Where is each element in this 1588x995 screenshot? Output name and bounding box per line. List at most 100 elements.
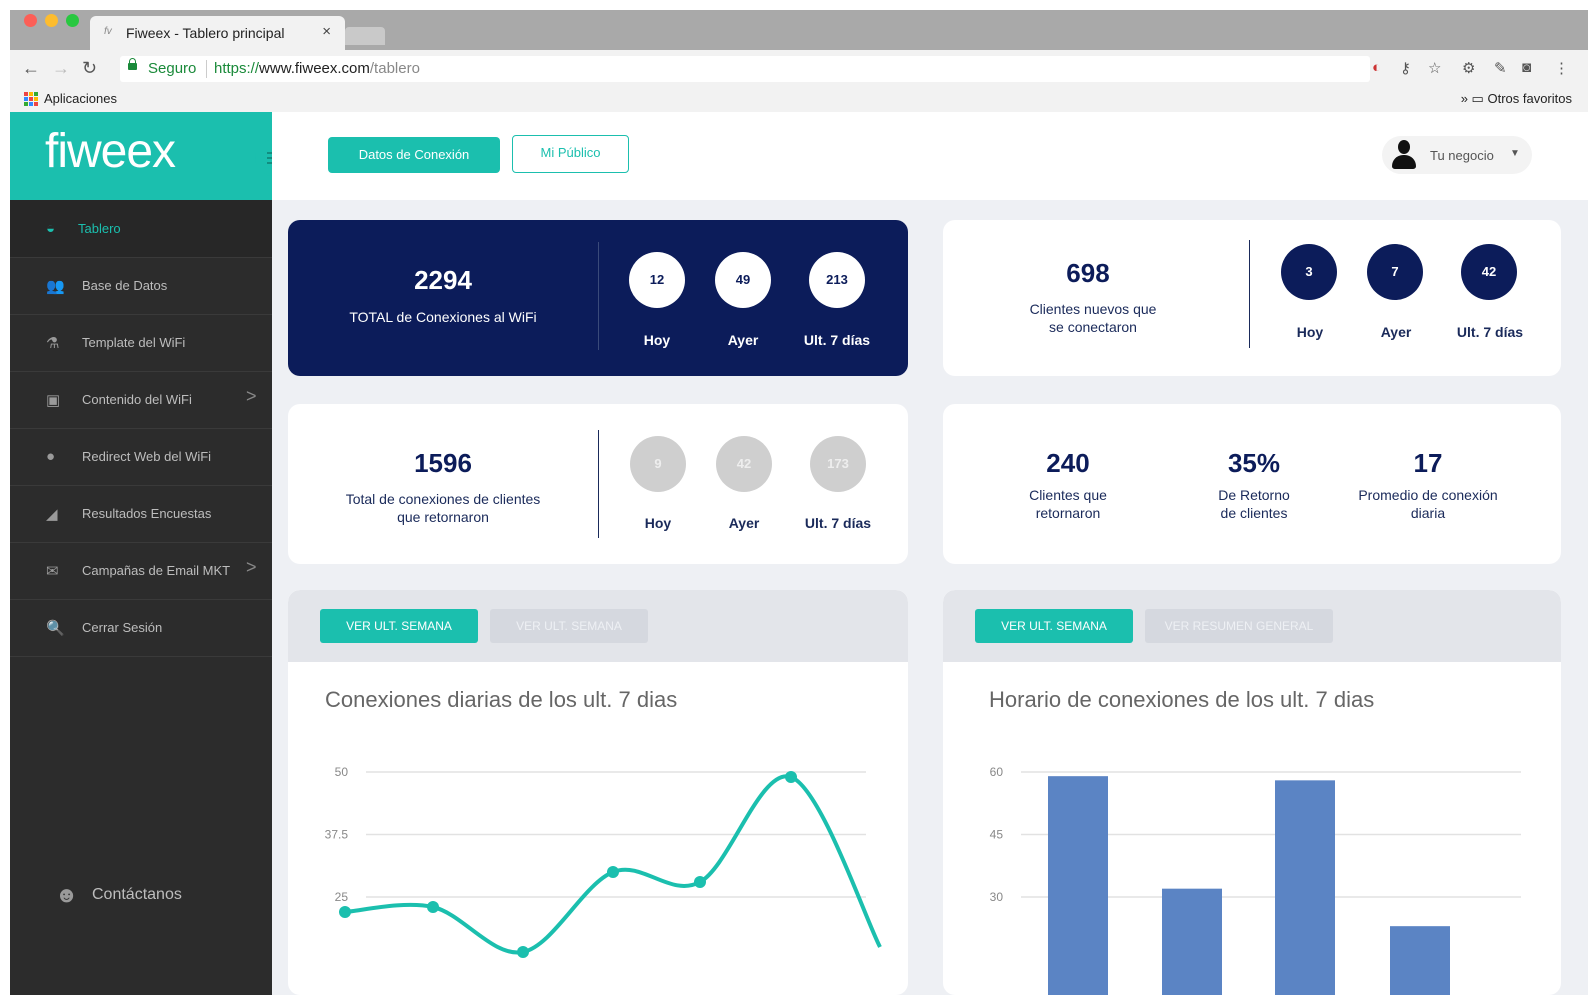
- bookmark-star-icon[interactable]: ☆: [1428, 59, 1441, 77]
- y-tick-label: 25: [335, 890, 349, 904]
- url-text: https://www.fiweex.com/tablero: [214, 60, 420, 77]
- forward-arrow-icon[interactable]: →: [52, 58, 70, 79]
- url-domain: www.fiweex.com: [259, 60, 370, 77]
- inbox-icon: ▣: [46, 392, 61, 409]
- view-summary-button[interactable]: VER RESUMEN GENERAL: [1145, 609, 1333, 643]
- favicon-icon: fv: [104, 26, 112, 37]
- bookmarks-more-icon[interactable]: »: [1461, 91, 1468, 106]
- chart-title: Horario de conexiones de los ult. 7 dias: [989, 687, 1375, 712]
- reload-icon[interactable]: ↻: [82, 58, 97, 79]
- avatar: [1390, 140, 1418, 170]
- ayer-label: Ayer: [728, 515, 760, 531]
- sidebar-item-contenido[interactable]: ▣ Contenido del WiFi >: [10, 371, 272, 429]
- card-new-clients: 698 Clientes nuevos que se conectaron 3 7…: [943, 220, 1561, 376]
- bookmarks-bar: Aplicaciones » ▭ Otros favoritos: [10, 88, 1588, 112]
- envelope-icon: ✉: [46, 563, 59, 580]
- ayer-count: 7: [1367, 244, 1423, 300]
- sidebar-item-label: Cerrar Sesión: [82, 620, 163, 635]
- ayer-label: Ayer: [727, 332, 759, 348]
- browser-toolbar: ← → ↻ Seguro https://www.fiweex.com/tabl…: [10, 50, 1588, 89]
- bookmark-other[interactable]: » ▭ Otros favoritos: [1461, 91, 1572, 107]
- data-point: [339, 906, 351, 918]
- sidebar-item-label: Contenido del WiFi: [82, 392, 192, 407]
- support-agent-icon: ☻: [55, 882, 79, 907]
- close-tab-icon[interactable]: ×: [322, 23, 331, 40]
- ayer-label: Ayer: [1380, 324, 1412, 340]
- hoy-label: Hoy: [644, 515, 672, 531]
- data-point: [427, 901, 439, 913]
- sidebar-item-label: Tablero: [78, 221, 121, 236]
- data-point: [694, 876, 706, 888]
- ult7-label: Ult. 7 días: [803, 332, 871, 348]
- blocked-icon[interactable]: ◐: [1372, 59, 1381, 76]
- sidebar-item-redirect[interactable]: ● Redirect Web del WiFi: [10, 428, 272, 486]
- ult7-label: Ult. 7 días: [804, 515, 872, 531]
- apps-grid-icon[interactable]: [24, 92, 38, 106]
- chart-title: Conexiones diarias de los ult. 7 dias: [325, 687, 678, 712]
- ult7-count: 213: [809, 252, 865, 308]
- contact-link[interactable]: ☻ Contáctanos: [10, 882, 272, 912]
- sidebar-item-encuestas[interactable]: ◢ Resultados Encuestas: [10, 485, 272, 543]
- card-summary: 240 Clientes que retornaron 35% De Retorn…: [943, 404, 1561, 564]
- avg-daily-label-line2: diaria: [1410, 505, 1446, 521]
- eyedropper-icon[interactable]: ✎: [1494, 59, 1507, 77]
- returning-connections-label: Total de conexiones de clientes que retor…: [318, 490, 568, 526]
- sidebar-item-base-de-datos[interactable]: 👥 Base de Datos: [10, 257, 272, 315]
- key-icon[interactable]: ⚷: [1400, 59, 1411, 77]
- back-arrow-icon[interactable]: ←: [22, 58, 40, 79]
- total-connections-value: 2294: [414, 265, 472, 295]
- data-point: [607, 866, 619, 878]
- user-menu[interactable]: Tu negocio ▼: [1382, 136, 1532, 174]
- y-tick-label: 37.5: [325, 828, 349, 842]
- secure-label: Seguro: [148, 60, 197, 77]
- browser-tab[interactable]: fv Fiweex - Tablero principal ×: [90, 16, 345, 50]
- bar: [1048, 776, 1108, 995]
- bookmark-apps[interactable]: Aplicaciones: [44, 91, 117, 106]
- sidebar-item-label: Redirect Web del WiFi: [82, 449, 212, 464]
- menu-dots-icon[interactable]: ⋮: [1554, 59, 1569, 77]
- sidebar-item-template[interactable]: ⚗ Template del WiFi: [10, 314, 272, 372]
- return-rate-label-line2: de clientes: [1220, 505, 1288, 521]
- key-icon: 🔍: [46, 620, 65, 637]
- sidebar-item-label: Campañas de Email MKT: [82, 563, 231, 578]
- returned-clients-label: Clientes que retornaron: [983, 486, 1153, 522]
- view-last-week-button[interactable]: VER ULT. SEMANA: [975, 609, 1133, 643]
- ult7-label: Ult. 7 días: [1456, 324, 1524, 340]
- ayer-count: 49: [715, 252, 771, 308]
- user-name: Tu negocio: [1430, 148, 1494, 163]
- new-clients-label-line1: Clientes nuevos que: [1029, 301, 1157, 317]
- hoy-label: Hoy: [1296, 324, 1324, 340]
- chevron-right-icon: >: [246, 557, 257, 577]
- hoy-count: 12: [629, 252, 685, 308]
- view-last-week-button[interactable]: VER ULT. SEMANA: [320, 609, 478, 643]
- sidebar-item-email[interactable]: ✉ Campañas de Email MKT >: [10, 542, 272, 600]
- address-divider: [206, 60, 207, 78]
- globe-icon: ●: [46, 448, 56, 465]
- new-clients-value: 698: [1066, 258, 1110, 288]
- return-rate-label: De Retorno de clientes: [1169, 486, 1339, 522]
- pocket-icon[interactable]: ◙: [1522, 59, 1531, 76]
- sidebar-item-logout[interactable]: 🔍 Cerrar Sesión: [10, 599, 272, 657]
- data-point: [517, 946, 529, 958]
- new-tab-button[interactable]: [345, 27, 385, 45]
- window-zoom-button[interactable]: [66, 14, 79, 27]
- ayer-count: 42: [716, 436, 772, 492]
- window-close-button[interactable]: [24, 14, 37, 27]
- bar: [1390, 926, 1450, 995]
- tab-mi-publico[interactable]: Mi Público: [512, 135, 629, 173]
- tab-datos-conexion[interactable]: Datos de Conexión: [328, 137, 500, 173]
- view-last-week-alt-button[interactable]: VER ULT. SEMANA: [490, 609, 648, 643]
- line-chart: 50 37.5 25: [325, 765, 882, 958]
- return-rate-label-line1: De Retorno: [1218, 487, 1290, 503]
- bar: [1162, 888, 1222, 995]
- extension-icon[interactable]: ⚙: [1462, 59, 1475, 77]
- card-total-connections: 2294 TOTAL de Conexiones al WiFi 12 49 2…: [288, 220, 908, 376]
- new-clients-label: Clientes nuevos que se conectaron: [983, 300, 1203, 336]
- logo[interactable]: fiweex: [45, 124, 176, 179]
- sidebar-item-tablero[interactable]: ◒ Tablero: [10, 200, 272, 258]
- address-bar[interactable]: Seguro https://www.fiweex.com/tablero: [120, 56, 1370, 82]
- card-returning-connections: 1596 Total de conexiones de clientes que …: [288, 404, 908, 564]
- bookmark-other-label: Otros favoritos: [1487, 91, 1572, 106]
- y-tick-label: 60: [990, 765, 1004, 779]
- window-minimize-button[interactable]: [45, 14, 58, 27]
